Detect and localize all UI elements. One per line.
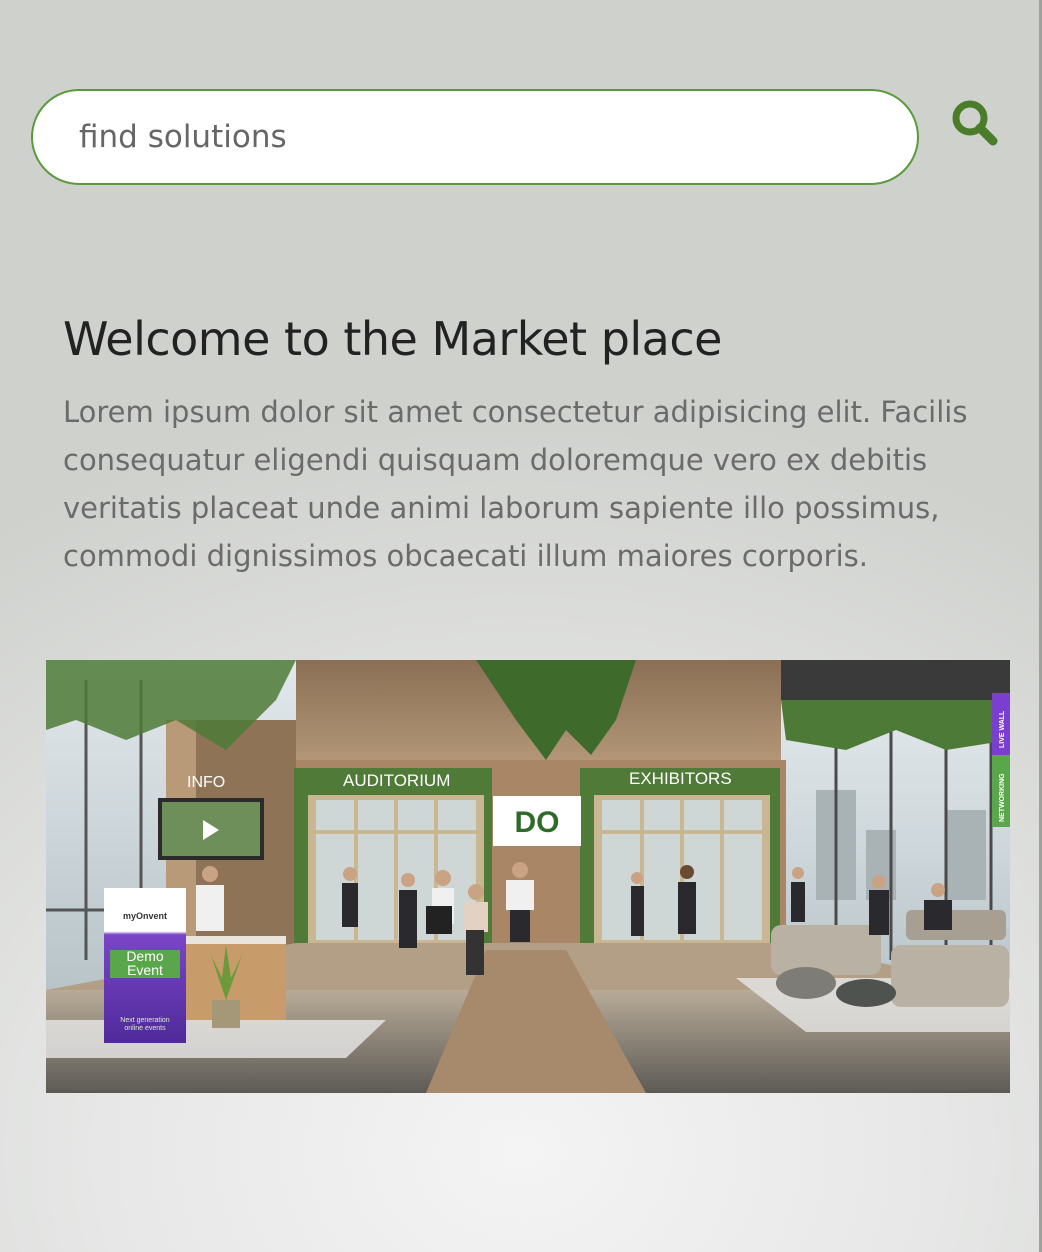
svg-text:online events: online events (124, 1025, 166, 1032)
event-logo: DO (515, 806, 560, 839)
page-description: Lorem ipsum dolor sit amet consectetur a… (63, 395, 968, 573)
live-wall-label[interactable]: LIVE WALL (999, 710, 1006, 748)
search-input[interactable] (79, 91, 899, 183)
exhibitors-label[interactable]: EXHIBITORS (629, 769, 732, 788)
search-box[interactable] (31, 89, 919, 185)
svg-text:Next generation: Next generation (120, 1017, 170, 1024)
auditorium-label[interactable]: AUDITORIUM (343, 771, 450, 790)
page-title: Welcome to the Market place (63, 312, 722, 366)
info-label[interactable]: INFO (187, 774, 225, 791)
networking-label[interactable]: NETWORKING (999, 773, 1006, 822)
search-button[interactable] (948, 96, 1002, 150)
svg-text:myOnvent: myOnvent (123, 911, 167, 921)
search-icon[interactable] (948, 96, 1002, 150)
lobby-image[interactable]: DO INFO AUDITORIUM EXHIBITORS myOnvent D… (46, 660, 1010, 1093)
svg-text:Event: Event (127, 962, 163, 978)
